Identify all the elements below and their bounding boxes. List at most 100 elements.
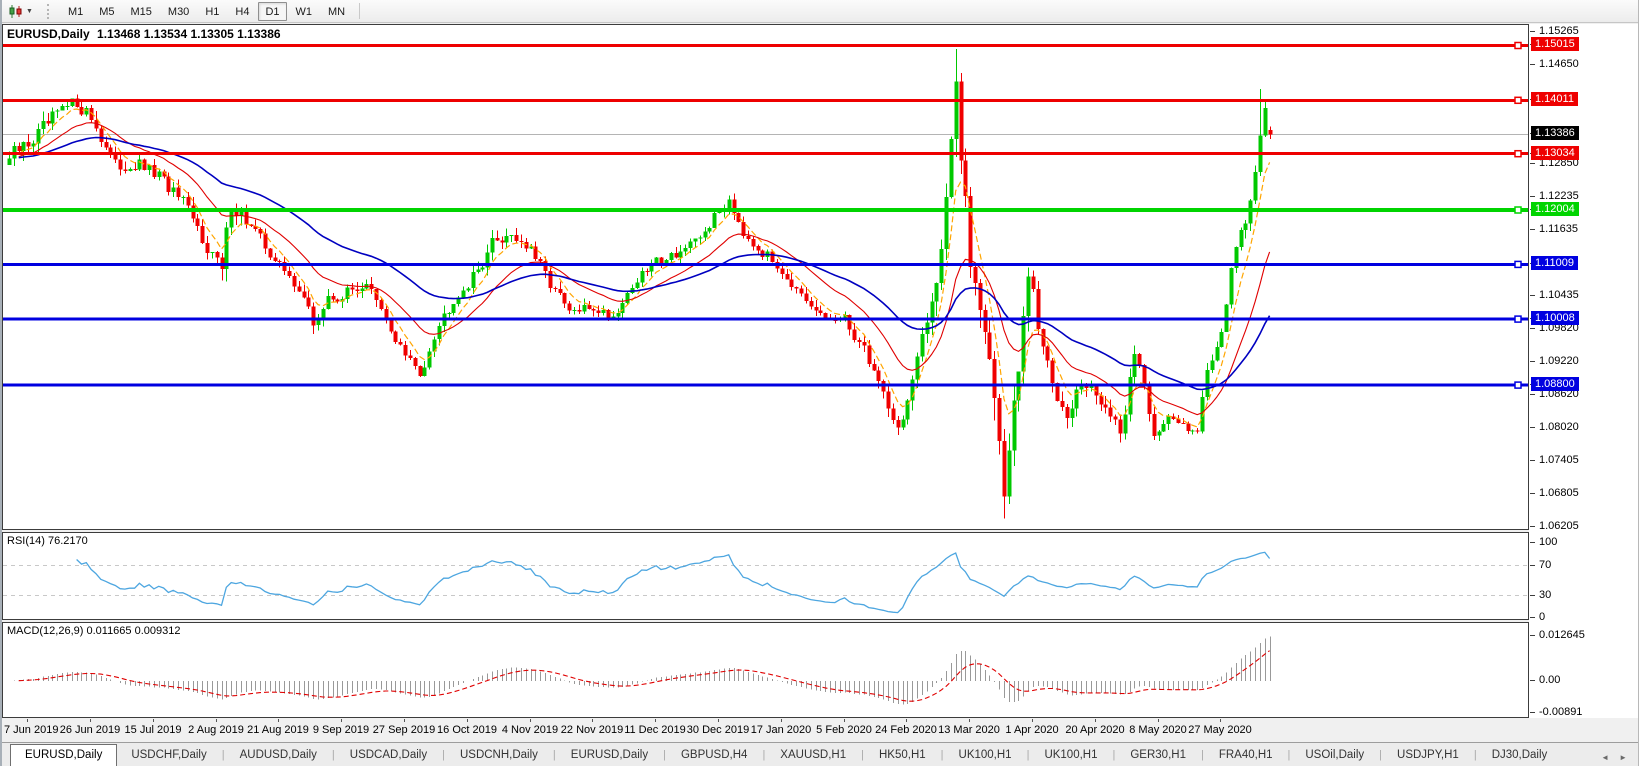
chart-tabs: EURUSD,DailyUSDCHF,Daily|AUDUSD,Daily|US…	[0, 743, 1601, 766]
time-axis-tick-mark	[655, 719, 656, 722]
axis-tick-mark	[1530, 617, 1535, 618]
current-price-label: 1.13386	[1531, 126, 1579, 140]
timeframe-button-mn[interactable]: MN	[321, 2, 352, 21]
macd-axis-tick: 0.00	[1539, 673, 1560, 687]
price-level-label: 1.11009	[1531, 256, 1578, 270]
price-axis-tick: 1.14650	[1539, 57, 1579, 71]
chart-tab-ger30-h1[interactable]: GER30,H1	[1116, 746, 1200, 766]
chart-type-dropdown-button[interactable]: ▼	[4, 1, 37, 21]
rsi-label: RSI(14) 76.2170	[7, 535, 88, 547]
axis-tick-mark	[1530, 712, 1535, 713]
main-chart-canvas[interactable]	[3, 25, 1528, 529]
timeframe-toolbar: M1M5M15M30H1H4D1W1MN	[60, 2, 353, 21]
axis-tick-mark	[1530, 394, 1535, 395]
time-axis-label: 27 May 2020	[1188, 724, 1252, 736]
time-axis-label: 16 Oct 2019	[437, 724, 497, 736]
chart-title: EURUSD,Daily 1.13468 1.13534 1.13305 1.1…	[7, 27, 285, 41]
macd-canvas[interactable]	[3, 623, 1528, 717]
tab-scroll-right-icon[interactable]: ►	[1619, 753, 1627, 762]
chart-tab-dj30-daily[interactable]: DJ30,Daily	[1478, 746, 1562, 766]
axis-tick-mark	[1530, 229, 1535, 230]
chart-symbol-period: EURUSD,Daily	[7, 27, 90, 41]
price-axis-tick: 1.12235	[1539, 189, 1579, 203]
axis-tick-mark	[1530, 493, 1535, 494]
axis-tick-mark	[1530, 526, 1535, 527]
chart-tab-xauusd-h1[interactable]: XAUUSD,H1	[766, 746, 860, 766]
axis-tick-mark	[1530, 427, 1535, 428]
rsi-canvas[interactable]	[3, 533, 1528, 619]
price-level-label: 1.08800	[1531, 377, 1579, 391]
chart-tab-usoil-daily[interactable]: USOil,Daily	[1291, 746, 1378, 766]
chart-tab-uk100-h1[interactable]: UK100,H1	[1030, 746, 1111, 766]
rsi-panel: RSI(14) 76.2170	[2, 532, 1529, 620]
macd-label: MACD(12,26,9) 0.011665 0.009312	[7, 625, 180, 637]
price-axis-tick: 1.10435	[1539, 288, 1579, 302]
time-axis-label: 27 Sep 2019	[373, 724, 435, 736]
axis-tick-mark	[1530, 565, 1535, 566]
time-axis-tick-mark	[1220, 719, 1221, 722]
time-axis-tick-mark	[592, 719, 593, 722]
price-axis-tick: 1.06805	[1539, 486, 1579, 500]
dropdown-caret-icon: ▼	[26, 8, 33, 15]
time-axis-label: 13 Mar 2020	[938, 724, 1000, 736]
time-axis-tick-mark	[467, 719, 468, 722]
axis-tick-mark	[1530, 64, 1535, 65]
price-axis-tick: 1.11635	[1539, 222, 1578, 236]
time-axis-label: 21 Aug 2019	[247, 724, 309, 736]
chart-tab-usdcnh-daily[interactable]: USDCNH,Daily	[446, 746, 552, 766]
rsi-axis-tick: 0	[1539, 610, 1545, 624]
price-axis-tick: 1.08020	[1539, 420, 1579, 434]
candlestick-chart-icon	[8, 4, 24, 19]
timeframe-button-h1[interactable]: H1	[198, 2, 226, 21]
macd-axis-tick: -0.00891	[1539, 705, 1582, 719]
macd-panel: MACD(12,26,9) 0.011665 0.009312	[2, 622, 1529, 718]
time-axis-label: 8 May 2020	[1129, 724, 1186, 736]
rsi-axis-tick: 70	[1539, 558, 1551, 572]
time-axis-label: 20 Apr 2020	[1065, 724, 1124, 736]
time-axis-label: 15 Jul 2019	[125, 724, 182, 736]
price-level-label: 1.15015	[1531, 37, 1579, 51]
time-axis-label: 22 Nov 2019	[561, 724, 623, 736]
time-axis-tick-mark	[216, 719, 217, 722]
chart-tab-fra40-h1[interactable]: FRA40,H1	[1205, 746, 1287, 766]
chart-tab-uk100-h1[interactable]: UK100,H1	[945, 746, 1026, 766]
time-axis-tick-mark	[1095, 719, 1096, 722]
time-axis-tick-mark	[278, 719, 279, 722]
timeframe-button-m30[interactable]: M30	[161, 2, 196, 21]
price-axis-tick: 1.07405	[1539, 453, 1579, 467]
chart-tab-usdcad-daily[interactable]: USDCAD,Daily	[336, 746, 441, 766]
price-axis-tick: 1.15265	[1539, 24, 1579, 38]
chart-ohlc-values: 1.13468 1.13534 1.13305 1.13386	[97, 27, 281, 41]
time-axis[interactable]: 7 Jun 201926 Jun 201915 Jul 20192 Aug 20…	[2, 719, 1529, 741]
chart-tab-hk50-h1[interactable]: HK50,H1	[865, 746, 940, 766]
axis-tick-mark	[1530, 163, 1535, 164]
timeframe-button-m15[interactable]: M15	[124, 2, 159, 21]
toolbar-grip[interactable]	[47, 4, 52, 19]
top-toolbar: ▼ M1M5M15M30H1H4D1W1MN	[0, 0, 1639, 23]
tab-scroll-left-icon[interactable]: ◄	[1601, 753, 1609, 762]
timeframe-button-w1[interactable]: W1	[289, 2, 320, 21]
time-axis-tick-mark	[404, 719, 405, 722]
time-axis-label: 24 Feb 2020	[875, 724, 937, 736]
axis-tick-mark	[1530, 542, 1535, 543]
chart-tab-gbpusd-h4[interactable]: GBPUSD,H4	[667, 746, 761, 766]
price-axis[interactable]: 1.152651.146501.128501.122351.116351.104…	[1529, 24, 1639, 718]
time-axis-tick-mark	[1158, 719, 1159, 722]
chart-tab-usdchf-daily[interactable]: USDCHF,Daily	[117, 746, 220, 766]
time-axis-tick-mark	[718, 719, 719, 722]
chart-tab-eurusd-daily[interactable]: EURUSD,Daily	[557, 746, 662, 766]
axis-tick-mark	[1530, 295, 1535, 296]
time-axis-tick-mark	[341, 719, 342, 722]
time-axis-tick-mark	[906, 719, 907, 722]
axis-tick-mark	[1530, 680, 1535, 681]
chart-tab-eurusd-daily[interactable]: EURUSD,Daily	[10, 744, 117, 766]
price-level-label: 1.10008	[1531, 311, 1579, 325]
chart-tab-audusd-daily[interactable]: AUDUSD,Daily	[226, 746, 331, 766]
timeframe-button-m5[interactable]: M5	[92, 2, 121, 21]
timeframe-button-d1[interactable]: D1	[258, 2, 286, 21]
rsi-axis-tick: 100	[1539, 535, 1557, 549]
timeframe-button-h4[interactable]: H4	[228, 2, 256, 21]
chart-tab-usdjpy-h1[interactable]: USDJPY,H1	[1383, 746, 1473, 766]
time-axis-label: 17 Jan 2020	[751, 724, 812, 736]
timeframe-button-m1[interactable]: M1	[61, 2, 90, 21]
